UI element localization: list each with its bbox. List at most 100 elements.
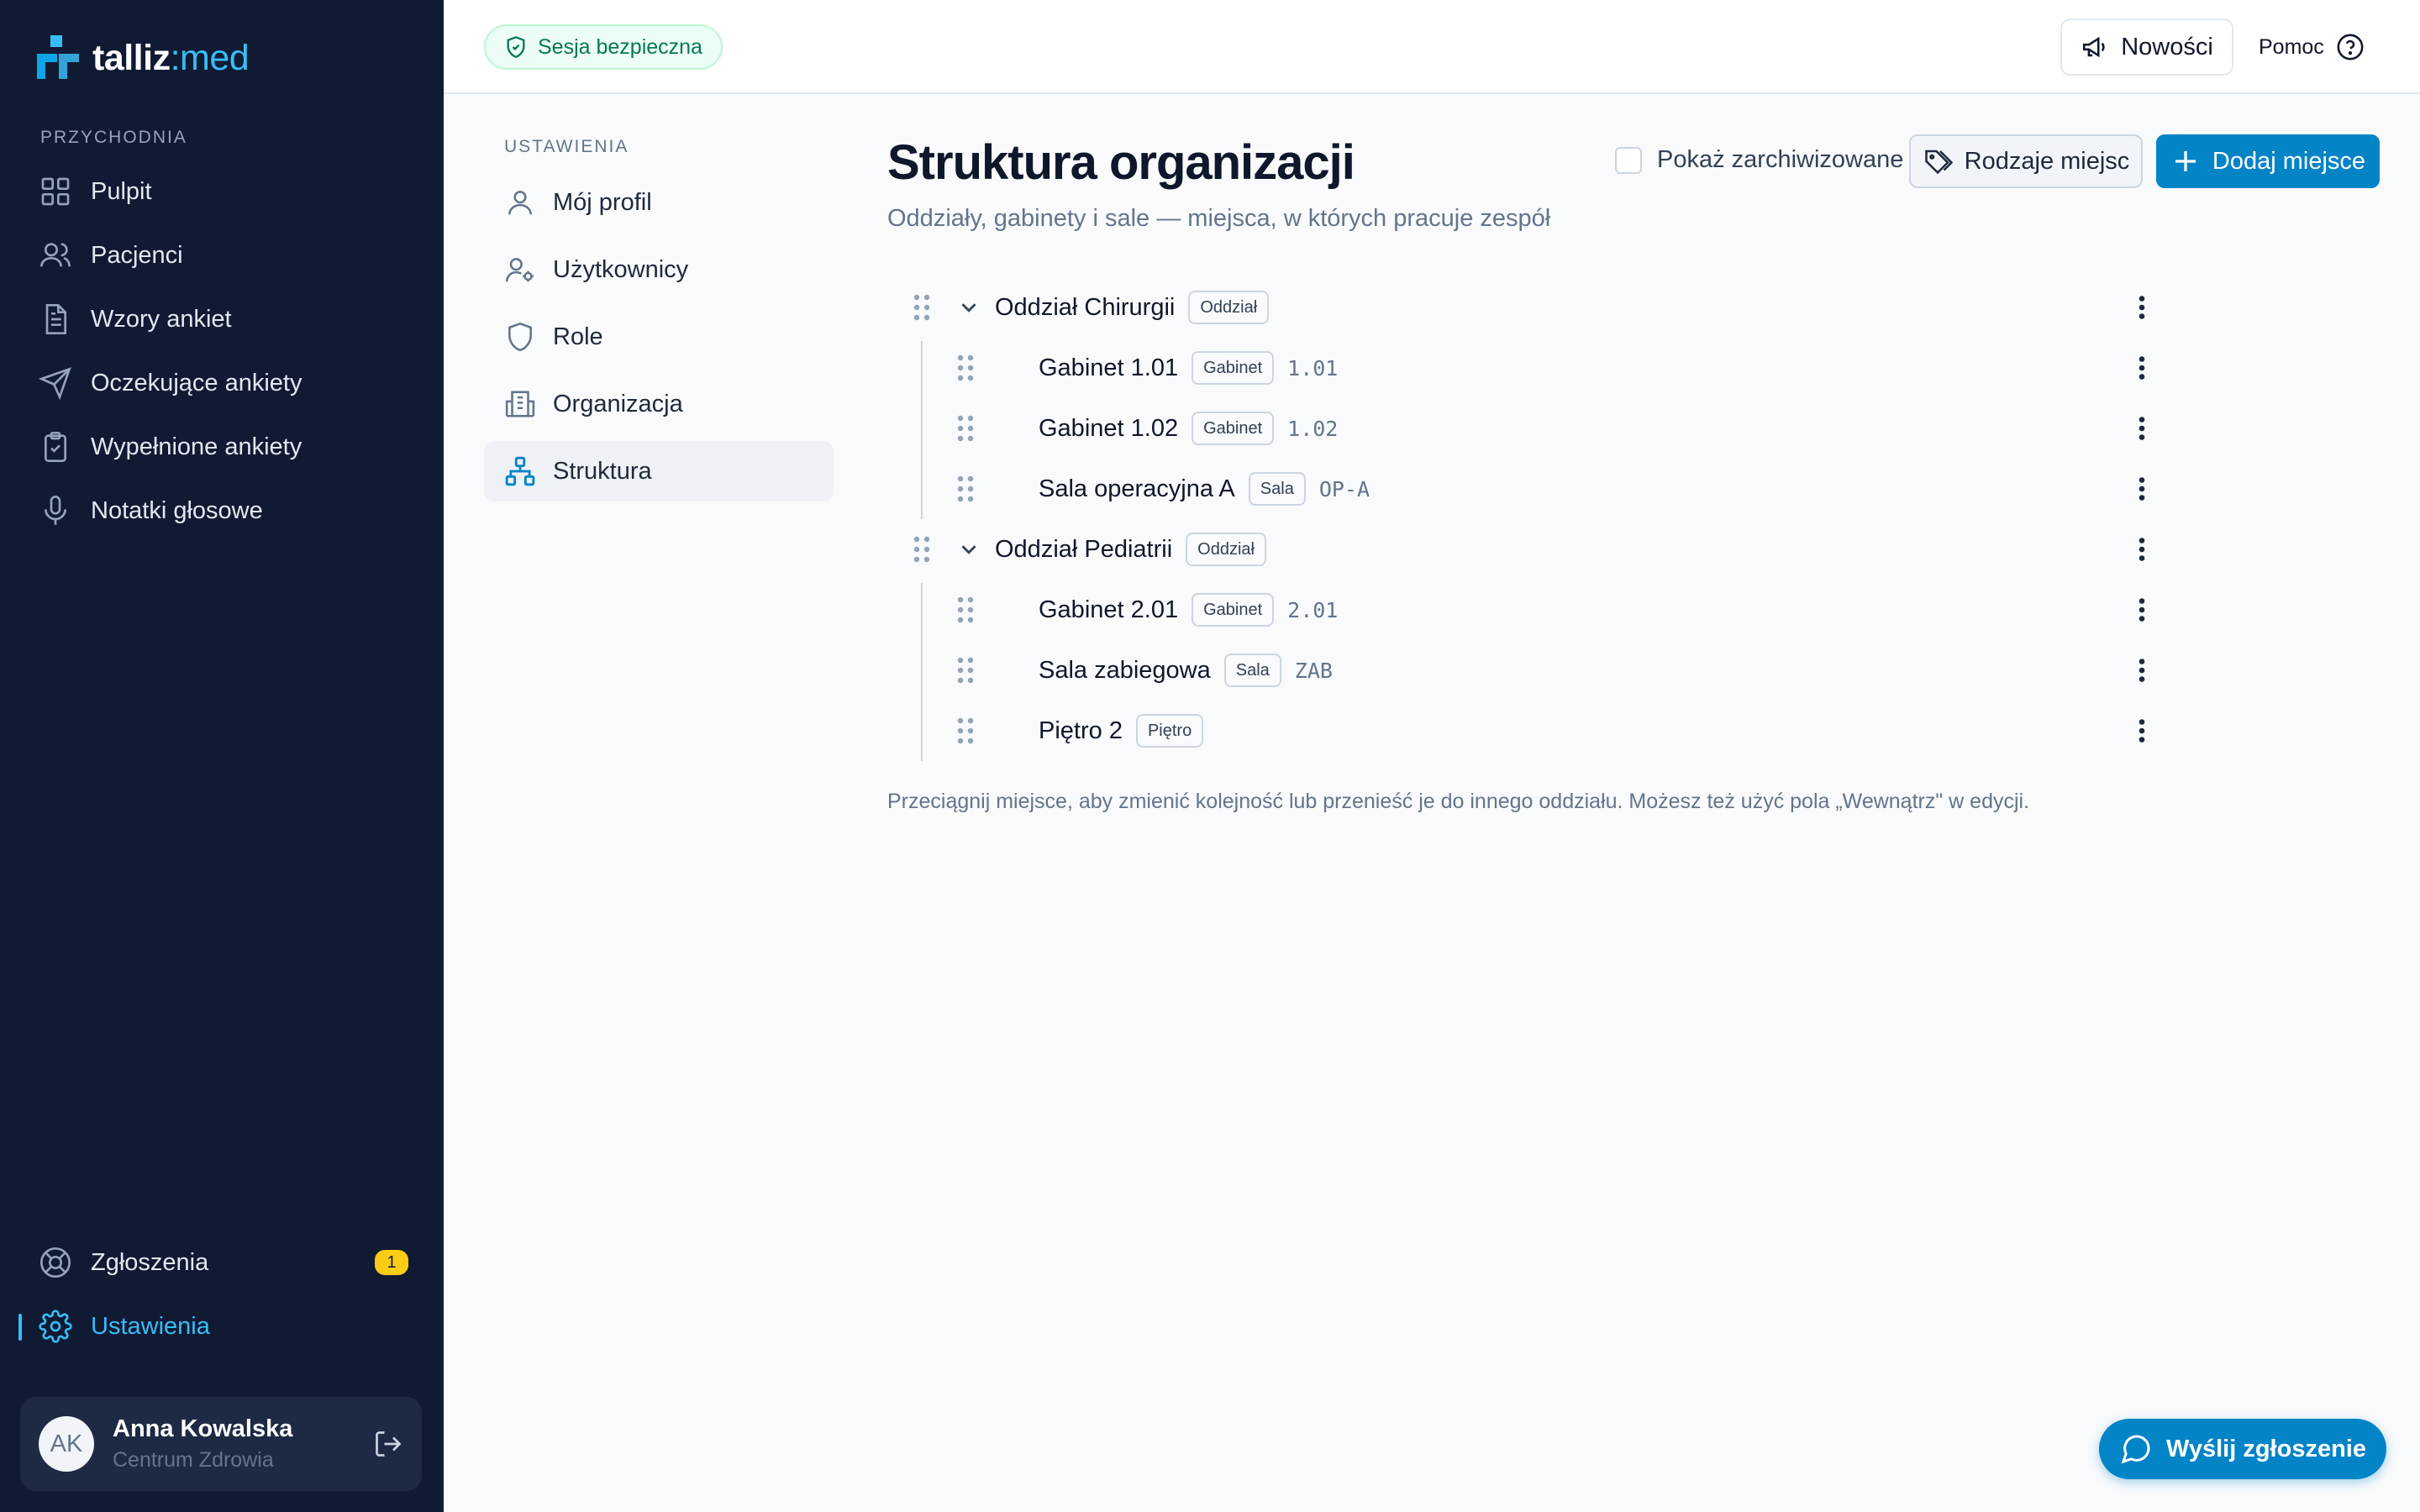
settings-item-roles[interactable]: Role (484, 307, 834, 367)
drag-handle-icon[interactable] (956, 475, 975, 502)
drag-handle-icon[interactable] (956, 415, 975, 442)
place-type-badge: Gabinet (1192, 351, 1275, 385)
more-vertical-icon[interactable] (2129, 595, 2154, 625)
sidebar-item-wypelnione-ankiety[interactable]: Wypełnione ankiety (39, 415, 408, 479)
settings-section-label: USTAWIENIA (504, 137, 629, 156)
settings-item-structure[interactable]: Struktura (484, 441, 834, 501)
sidebar-section-label: PRZYCHODNIA (40, 128, 187, 147)
sidebar-item-zgloszenia[interactable]: Zgłoszenia 1 (39, 1231, 408, 1294)
place-type-badge: Piętro (1135, 714, 1204, 748)
more-vertical-icon[interactable] (2129, 534, 2154, 564)
drag-handle-icon[interactable] (956, 354, 975, 381)
topbar: Sesja bezpieczna Nowości Pomoc (444, 0, 2420, 94)
tree-group-row[interactable]: Oddział Chirurgii Oddział (887, 277, 2165, 338)
add-place-label: Dodaj miejsce (2212, 147, 2366, 175)
tree-child-row[interactable]: Gabinet 1.02 Gabinet 1.02 (887, 398, 2165, 459)
sidebar-item-pulpit[interactable]: Pulpit (39, 160, 408, 223)
place-name: Gabinet 1.01 (1039, 354, 1179, 381)
place-code: 1.01 (1287, 355, 1339, 381)
avatar[interactable]: AK (39, 1416, 94, 1472)
page-title: Struktura organizacji (887, 135, 1355, 190)
add-place-button[interactable]: Dodaj miejsce (2156, 134, 2380, 188)
more-vertical-icon[interactable] (2129, 292, 2154, 323)
help-label: Pomoc (2259, 34, 2324, 59)
place-types-button[interactable]: Rodzaje miejsc (1909, 134, 2143, 188)
logout-icon[interactable] (373, 1429, 403, 1459)
sidebar-item-wzory-ankiet[interactable]: Wzory ankiet (39, 287, 408, 351)
settings-item-users[interactable]: Użytkownicy (484, 239, 834, 300)
microphone-icon (45, 496, 66, 525)
send-report-label: Wyślij zgłoszenie (2166, 1435, 2366, 1462)
place-name: Oddział Pediatrii (995, 535, 1173, 563)
settings-item-organization[interactable]: Organizacja (484, 374, 834, 434)
secure-session-label: Sesja bezpieczna (538, 34, 702, 59)
show-archived-checkbox[interactable] (1615, 146, 1642, 174)
settings-item-label: Role (553, 323, 603, 350)
help-button[interactable]: Pomoc (2259, 18, 2365, 76)
gear-icon (39, 1310, 72, 1343)
sidebar-item-label: Ustawienia (91, 1312, 210, 1340)
place-name: Piętro 2 (1039, 717, 1123, 744)
drag-handle-icon[interactable] (956, 717, 975, 744)
plus-icon (2175, 151, 2196, 171)
tags-icon (1924, 150, 1953, 175)
sidebar-item-label: Zgłoszenia (91, 1248, 209, 1276)
place-code: 1.02 (1287, 416, 1339, 441)
place-type-badge: Oddział (1188, 291, 1270, 324)
chevron-down-icon[interactable] (956, 537, 981, 562)
send-icon (39, 367, 71, 400)
drag-handle-icon[interactable] (913, 294, 931, 321)
megaphone-icon (2083, 36, 2105, 58)
tree-child-row[interactable]: Gabinet 1.01 Gabinet 1.01 (887, 338, 2165, 398)
user-info: Anna Kowalska Centrum Zdrowia (113, 1415, 292, 1473)
chevron-down-icon[interactable] (956, 295, 981, 320)
help-circle-icon (2337, 34, 2364, 60)
secure-session-badge: Sesja bezpieczna (484, 24, 723, 70)
tree-child-row[interactable]: Piętro 2 Piętro (887, 701, 2165, 761)
users-icon (40, 243, 71, 267)
sidebar-item-label: Notatki głosowe (91, 496, 263, 524)
building-icon (505, 391, 535, 417)
brand-logo[interactable]: talliz:med (34, 34, 250, 82)
place-type-badge: Gabinet (1192, 593, 1275, 627)
user-icon (508, 191, 532, 215)
tree-child-row[interactable]: Gabinet 2.01 Gabinet 2.01 (887, 580, 2165, 640)
place-code: 2.01 (1287, 597, 1339, 622)
sidebar-bottom-nav: Zgłoszenia 1 Ustawienia (39, 1231, 408, 1358)
send-report-button[interactable]: Wyślij zgłoszenie (2099, 1419, 2386, 1479)
sidebar-item-notatki-glosowe[interactable]: Notatki głosowe (39, 479, 408, 543)
hierarchy-icon (505, 456, 535, 486)
user-cog-icon (505, 258, 534, 282)
tree-child-row[interactable]: Sala zabiegowa Sala ZAB (887, 640, 2165, 701)
news-button[interactable]: Nowości (2060, 18, 2233, 76)
document-icon (45, 304, 66, 334)
grid-icon (41, 177, 70, 206)
drag-hint-text: Przeciągnij miejsce, aby zmienić kolejno… (887, 790, 2030, 813)
show-archived-toggle[interactable]: Pokaż zarchiwizowane (1615, 146, 1903, 174)
drag-handle-icon[interactable] (913, 536, 931, 563)
sidebar-item-ustawienia[interactable]: Ustawienia (39, 1294, 408, 1358)
settings-item-label: Użytkownicy (553, 255, 689, 283)
sidebar-item-label: Wypełnione ankiety (91, 433, 302, 460)
more-vertical-icon[interactable] (2129, 474, 2154, 504)
sidebar-nav: Pulpit Pacjenci Wzory ankiet Oczekujące … (39, 160, 408, 543)
place-name: Gabinet 1.02 (1039, 414, 1179, 442)
user-name: Anna Kowalska (113, 1415, 293, 1442)
more-vertical-icon[interactable] (2129, 655, 2154, 685)
user-organization: Centrum Zdrowia (113, 1448, 274, 1472)
place-code: ZAB (1294, 658, 1333, 683)
more-vertical-icon[interactable] (2129, 353, 2154, 383)
more-vertical-icon[interactable] (2129, 413, 2154, 444)
settings-item-profile[interactable]: Mój profil (484, 172, 834, 233)
sidebar-item-oczekujace-ankiety[interactable]: Oczekujące ankiety (39, 351, 408, 415)
drag-handle-icon[interactable] (956, 596, 975, 623)
tree-group-row[interactable]: Oddział Pediatrii Oddział (887, 519, 2165, 580)
tree-children: Gabinet 2.01 Gabinet 2.01 Sala zabiegowa… (887, 580, 2165, 761)
more-vertical-icon[interactable] (2129, 716, 2154, 746)
notification-badge: 1 (375, 1250, 408, 1275)
sidebar-item-pacjenci[interactable]: Pacjenci (39, 223, 408, 287)
settings-item-label: Mój profil (553, 188, 652, 216)
lifebuoy-icon (40, 1247, 71, 1278)
tree-child-row[interactable]: Sala operacyjna A Sala OP-A (887, 459, 2165, 519)
drag-handle-icon[interactable] (956, 657, 975, 684)
